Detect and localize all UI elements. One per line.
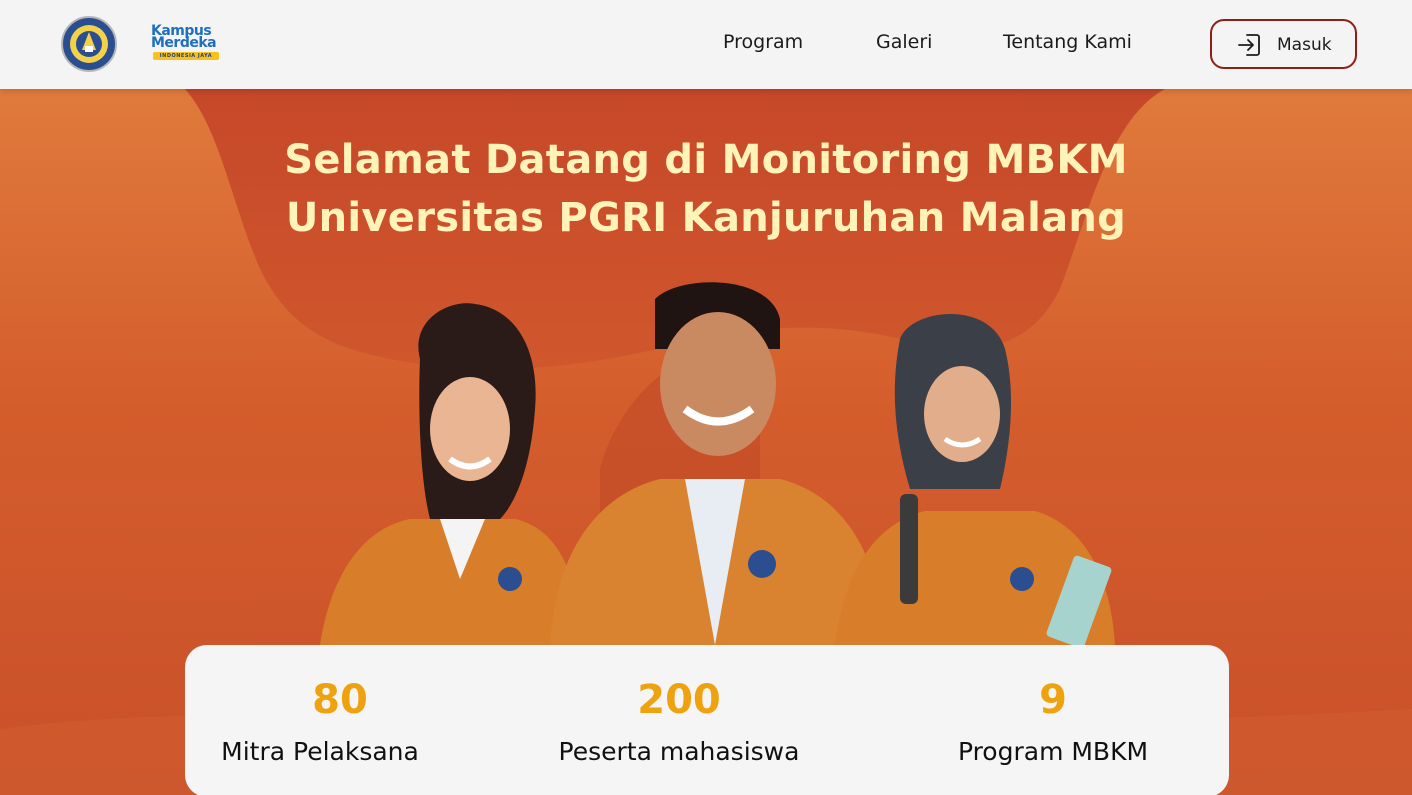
logo-text-line2: Merdeka xyxy=(151,35,217,51)
stat-value: 200 xyxy=(637,677,721,723)
stat-label: Mitra Pelaksana xyxy=(221,737,419,766)
login-label: Masuk xyxy=(1277,35,1332,55)
hero-title-line2: Universitas PGRI Kanjuruhan Malang xyxy=(285,195,1127,241)
login-icon xyxy=(1236,32,1262,58)
student-right xyxy=(835,314,1115,645)
stats-card: 80 Mitra Pelaksana 200 Peserta mahasiswa… xyxy=(185,645,1229,795)
logo-tagline: INDONESIA JAYA xyxy=(153,52,219,60)
nav-galeri[interactable]: Galeri xyxy=(876,31,932,53)
stat-program: 9 Program MBKM xyxy=(947,645,1159,795)
hero-title-line1: Selamat Datang di Monitoring MBKM xyxy=(284,137,1128,183)
student-middle xyxy=(550,282,885,645)
kampus-merdeka-logo[interactable]: Kampus Merdeka INDONESIA JAYA xyxy=(151,24,223,64)
stat-label: Peserta mahasiswa xyxy=(558,737,800,766)
login-button[interactable]: Masuk xyxy=(1210,19,1357,69)
nav-program[interactable]: Program xyxy=(723,31,803,53)
stat-peserta: 200 Peserta mahasiswa xyxy=(545,645,813,795)
top-navbar: Kampus Merdeka INDONESIA JAYA Program Ga… xyxy=(0,0,1412,89)
students-illustration xyxy=(320,282,1115,645)
stat-mitra: 80 Mitra Pelaksana xyxy=(205,645,435,795)
student-left xyxy=(320,303,580,645)
stat-value: 9 xyxy=(1039,677,1067,723)
university-logo[interactable] xyxy=(60,16,118,72)
stat-label: Program MBKM xyxy=(957,737,1149,766)
nav-tentang-kami[interactable]: Tentang Kami xyxy=(1003,31,1132,53)
stat-value: 80 xyxy=(312,677,368,723)
